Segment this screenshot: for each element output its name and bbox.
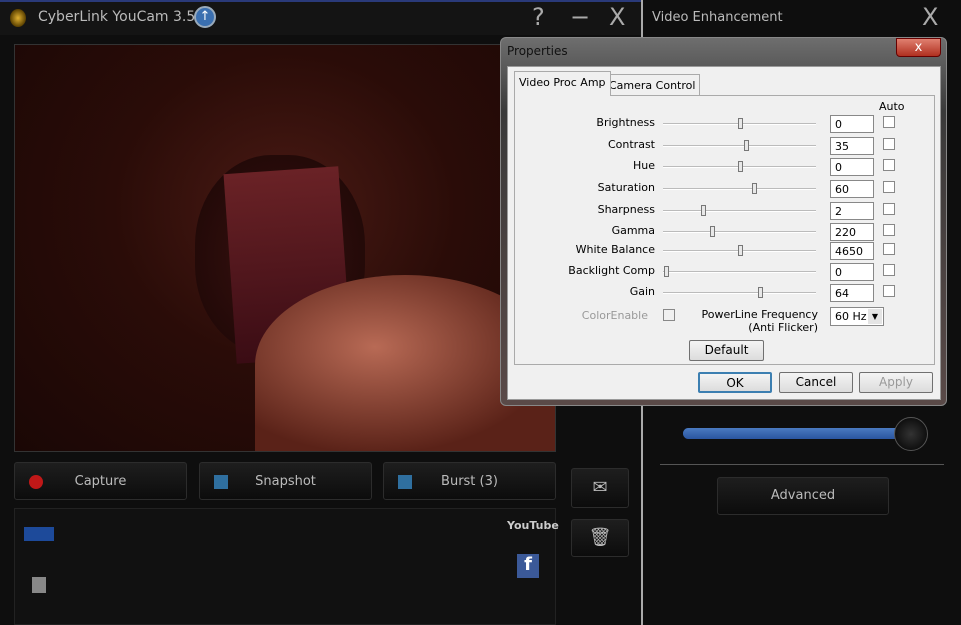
powerline-sublabel: (Anti Flicker) [748,321,818,334]
media-library-panel [14,508,556,625]
burst-button[interactable]: Burst (3) [383,462,556,500]
app-title: CyberLink YouCam 3.5 [38,9,196,25]
setting-slider[interactable] [663,183,816,194]
video-enhancement-title: Video Enhancement [652,10,783,25]
auto-checkbox[interactable] [883,138,895,150]
burst-label: Burst (3) [441,473,498,489]
setting-label: Brightness [596,116,655,129]
record-icon [29,475,43,489]
enhancement-slider-thumb[interactable] [894,417,928,451]
slider-thumb[interactable] [744,140,749,151]
auto-checkbox[interactable] [883,243,895,255]
setting-label: Backlight Comp [568,264,655,277]
setting-label: Gamma [611,224,655,237]
setting-value-field[interactable]: 64 [830,284,874,302]
apply-button: Apply [859,372,933,393]
powerline-value: 60 Hz [835,310,867,323]
properties-dialog: Properties x Video Proc Amp Camera Contr… [500,37,947,406]
capture-button[interactable]: Capture [14,462,187,500]
dialog-close-button[interactable]: x [896,38,941,57]
chevron-down-icon[interactable]: ▼ [868,309,882,324]
color-enable-checkbox [663,309,675,321]
powerline-label: PowerLine Frequency [701,308,818,321]
setting-value-field[interactable]: 0 [830,158,874,176]
setting-value-field[interactable]: 4650 [830,242,874,260]
cancel-button[interactable]: Cancel [779,372,853,393]
setting-value-field[interactable]: 0 [830,263,874,281]
capture-label: Capture [74,473,127,489]
facebook-button[interactable]: f [517,554,539,578]
slider-thumb[interactable] [710,226,715,237]
setting-label: Contrast [607,138,655,151]
setting-slider[interactable] [663,140,816,151]
dialog-title: Properties [507,44,568,58]
setting-slider[interactable] [663,118,816,129]
auto-checkbox[interactable] [883,116,895,128]
youtube-button[interactable]: YouTube [507,519,559,532]
advanced-button[interactable]: Advanced [717,477,889,515]
help-button[interactable]: ? [532,3,545,31]
tab-video-proc-amp[interactable]: Video Proc Amp [514,71,611,96]
auto-checkbox[interactable] [883,203,895,215]
slider-thumb[interactable] [701,205,706,216]
setting-slider[interactable] [663,205,816,216]
auto-checkbox[interactable] [883,181,895,193]
setting-label: Saturation [597,181,655,194]
auto-checkbox[interactable] [883,285,895,297]
video-proc-amp-page: Auto Brightness 0 Contrast 35 Hue 0 Satu… [514,95,935,365]
setting-value-field[interactable]: 0 [830,115,874,133]
dialog-client: Video Proc Amp Camera Control Auto Brigh… [507,66,941,400]
setting-label: Hue [632,159,655,172]
auto-header: Auto [879,100,905,113]
trash-icon: 🗑 [588,527,612,548]
youcam-logo-icon [10,9,26,27]
powerline-select[interactable]: 60 Hz ▼ [830,307,884,326]
slider-thumb[interactable] [738,118,743,129]
delete-button[interactable]: 🗑 [571,519,629,557]
slider-thumb[interactable] [752,183,757,194]
envelope-icon: ✉ [592,477,608,498]
auto-checkbox[interactable] [883,264,895,276]
setting-label: Gain [629,285,655,298]
enhancement-close-button[interactable]: X [922,3,938,31]
slider-thumb[interactable] [738,161,743,172]
burst-camera-icon [398,475,412,489]
minimize-button[interactable]: − [570,3,590,31]
setting-label: White Balance [575,243,655,256]
close-button[interactable]: X [609,3,625,31]
snapshot-label: Snapshot [255,473,316,489]
update-arrow-icon[interactable]: ↑ [194,6,216,28]
auto-checkbox[interactable] [883,159,895,171]
separator [660,464,944,465]
setting-value-field[interactable]: 2 [830,202,874,220]
setting-label: Sharpness [597,203,655,216]
setting-slider[interactable] [663,245,816,256]
snapshot-button[interactable]: Snapshot [199,462,372,500]
setting-slider[interactable] [663,226,816,237]
setting-slider[interactable] [663,266,816,277]
enhancement-slider[interactable] [683,428,923,439]
setting-slider[interactable] [663,161,816,172]
slider-thumb[interactable] [738,245,743,256]
setting-slider[interactable] [663,287,816,298]
email-button[interactable]: ✉ [571,468,629,508]
default-button[interactable]: Default [689,340,764,361]
slider-thumb[interactable] [758,287,763,298]
setting-value-field[interactable]: 60 [830,180,874,198]
color-enable-label: ColorEnable [581,309,648,322]
slider-thumb[interactable] [664,266,669,277]
ok-button[interactable]: OK [698,372,772,393]
tab-camera-control[interactable]: Camera Control [604,74,701,96]
webcam-preview [14,44,556,452]
setting-value-field[interactable]: 220 [830,223,874,241]
camera-icon [214,475,228,489]
setting-value-field[interactable]: 35 [830,137,874,155]
video-library-icon[interactable] [24,527,54,541]
photo-library-icon[interactable] [32,577,46,593]
auto-checkbox[interactable] [883,224,895,236]
